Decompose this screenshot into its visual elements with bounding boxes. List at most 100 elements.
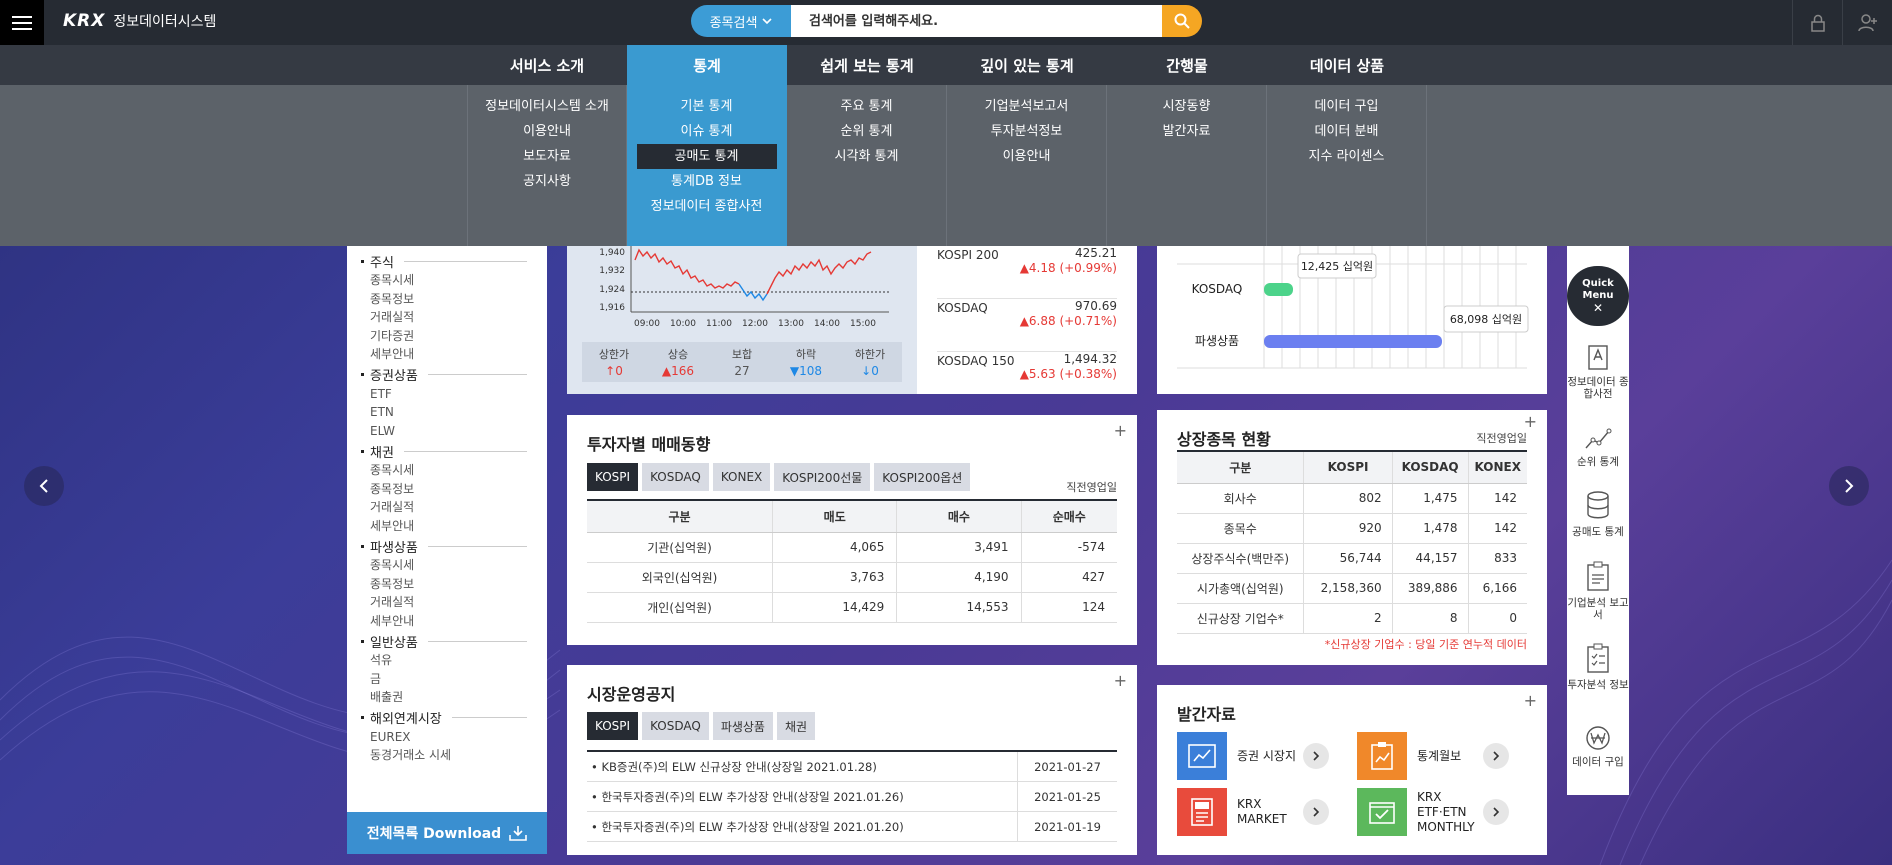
search-button[interactable] [1162, 5, 1202, 37]
add-user-button[interactable] [1842, 0, 1892, 45]
mega-link[interactable]: 지수 라이센스 [1297, 144, 1397, 169]
quick-menu-toggle[interactable]: Quick Menu ✕ [1567, 266, 1629, 326]
mega-link[interactable]: 기본 통계 [669, 94, 745, 119]
more-plus-icon[interactable]: + [1524, 412, 1537, 431]
mega-link[interactable]: 시각화 통계 [823, 144, 911, 169]
quick-investment-analysis[interactable]: 투자분석 정보 [1567, 643, 1629, 691]
gnb-deep-statistics[interactable]: 깊이 있는 통계 [947, 45, 1107, 85]
nav-group-label: 주식 [370, 255, 394, 271]
quick-company-report[interactable]: 기업분석 보고서 [1567, 561, 1629, 621]
mega-link[interactable]: 발간자료 [1151, 119, 1223, 144]
tab-kospi[interactable]: KOSPI [587, 712, 639, 740]
tab-kospi[interactable]: KOSPI [587, 463, 639, 491]
mega-link[interactable]: 기업분석보고서 [973, 94, 1081, 119]
nav-link[interactable]: 배출권 [361, 688, 547, 707]
search-type-select[interactable]: 종목검색 [691, 5, 791, 37]
chevron-right-icon[interactable] [1303, 799, 1329, 825]
mega-link[interactable]: 시장동향 [1151, 94, 1223, 119]
mega-link[interactable]: 데이터 분배 [1303, 119, 1391, 144]
gnb-data-products[interactable]: 데이터 상품 [1267, 45, 1427, 85]
index-row-kosdaq150[interactable]: KOSDAQ 150 1,494.32 ▲5.63 (+0.38%) [937, 352, 1117, 405]
nav-link[interactable]: 거래실적 [361, 593, 547, 612]
nav-link[interactable]: EUREX [361, 728, 547, 747]
mega-link[interactable]: 투자분석정보 [979, 119, 1075, 144]
mega-link[interactable]: 데이터 구입 [1303, 94, 1391, 119]
nav-link[interactable]: 종목정보 [361, 480, 547, 499]
pub-item-etf-etn[interactable]: KRX ETF·ETN MONTHLY [1357, 788, 1509, 836]
mega-link[interactable]: 통계DB 정보 [659, 169, 754, 194]
quick-dictionary[interactable]: 정보데이터 종합사전 [1567, 342, 1629, 400]
mega-link[interactable]: 공지사항 [511, 169, 583, 194]
mega-link[interactable]: 이용안내 [991, 144, 1063, 169]
notice-row[interactable]: 한국투자증권(주)의 ELW 추가상장 안내(상장일 2021.01.26) 2… [587, 781, 1117, 812]
mega-link[interactable]: 주요 통계 [829, 94, 905, 119]
more-plus-icon[interactable]: + [1114, 421, 1127, 440]
more-plus-icon[interactable]: + [1114, 671, 1127, 690]
nav-link[interactable]: 세부안내 [361, 612, 547, 631]
nav-link[interactable]: ETN [361, 403, 547, 422]
table-row: 상장주식수(백만주) 56,744 44,157 833 [1177, 543, 1527, 574]
nav-group-head[interactable]: 증권상품 [361, 365, 547, 385]
nav-link[interactable]: 종목시세 [361, 556, 547, 575]
pub-item-securities[interactable]: 증권 시장지 [1177, 732, 1329, 780]
lock-button[interactable] [1792, 0, 1842, 45]
download-all-button[interactable]: 전체목록 Download [347, 812, 547, 854]
logo[interactable]: KRX 정보데이터시스템 [63, 11, 216, 31]
notice-row[interactable]: 한국투자증권(주)의 ELW 추가상장 안내(상장일 2021.01.20) 2… [587, 811, 1117, 842]
index-row-kospi200[interactable]: KOSPI 200 425.21 ▲4.18 (+0.99%) [937, 246, 1117, 299]
tab-kosdaq[interactable]: KOSDAQ [642, 712, 709, 740]
gnb-statistics[interactable]: 통계 [627, 45, 787, 85]
tab-derivatives[interactable]: 파생상품 [712, 712, 773, 740]
nav-link[interactable]: 동경거래소 시세 [361, 746, 547, 765]
mega-link[interactable]: 정보데이터시스템 소개 [473, 94, 621, 119]
index-row-kosdaq[interactable]: KOSDAQ 970.69 ▲6.88 (+0.71%) [937, 299, 1117, 352]
tab-konex[interactable]: KONEX [712, 463, 771, 491]
tab-kospi200-options[interactable]: KOSPI200옵션 [874, 463, 971, 491]
more-plus-icon[interactable]: + [1524, 691, 1537, 710]
mega-link-selected[interactable]: 공매도 통계 [636, 144, 777, 169]
gnb-service-intro[interactable]: 서비스 소개 [467, 45, 627, 85]
tab-kospi200-futures[interactable]: KOSPI200선물 [774, 463, 871, 491]
pub-item-krx-market[interactable]: KRX MARKET [1177, 788, 1329, 836]
market-cap-label-derivatives: 파생상품 [1195, 334, 1239, 348]
nav-link[interactable]: 금 [361, 670, 547, 689]
tab-bonds[interactable]: 채권 [776, 712, 816, 740]
pub-item-monthly[interactable]: 통계월보 [1357, 732, 1509, 780]
nav-link[interactable]: 석유 [361, 651, 547, 670]
chevron-right-icon[interactable] [1483, 743, 1509, 769]
nav-link[interactable]: 종목정보 [361, 290, 547, 309]
mega-link[interactable]: 이슈 통계 [669, 119, 745, 144]
gnb-publications[interactable]: 간행물 [1107, 45, 1267, 85]
search-input[interactable] [791, 5, 1162, 37]
nav-group-head[interactable]: 파생상품 [361, 536, 547, 556]
nav-link[interactable]: 종목정보 [361, 575, 547, 594]
gnb-easy-statistics[interactable]: 쉽게 보는 통계 [787, 45, 947, 85]
mega-link[interactable]: 보도자료 [511, 144, 583, 169]
nav-link[interactable]: 세부안내 [361, 345, 547, 364]
nav-group-head[interactable]: 주식 [361, 251, 547, 271]
nav-group-head[interactable]: 해외연계시장 [361, 708, 547, 728]
chevron-right-icon[interactable] [1483, 799, 1509, 825]
nav-link[interactable]: 종목시세 [361, 271, 547, 290]
nav-link[interactable]: ETF [361, 385, 547, 404]
nav-link[interactable]: ELW [361, 422, 547, 441]
quick-ranking[interactable]: 순위 통계 [1567, 426, 1629, 468]
mega-link[interactable]: 순위 통계 [829, 119, 905, 144]
nav-link[interactable]: 종목시세 [361, 461, 547, 480]
nav-group-head[interactable]: 일반상품 [361, 631, 547, 651]
mega-link[interactable]: 이용안내 [511, 119, 583, 144]
mega-link[interactable]: 정보데이터 종합사전 [639, 194, 775, 219]
nav-link[interactable]: 기타증권 [361, 327, 547, 346]
chevron-right-icon[interactable] [1303, 743, 1329, 769]
hamburger-menu-button[interactable] [0, 0, 44, 45]
nav-link[interactable]: 거래실적 [361, 308, 547, 327]
notice-row[interactable]: KB증권(주)의 ELW 신규상장 안내(상장일 2021.01.28) 202… [587, 751, 1117, 782]
nav-link[interactable]: 거래실적 [361, 498, 547, 517]
quick-data-purchase[interactable]: 데이터 구입 [1567, 724, 1629, 768]
next-slide-button[interactable] [1829, 466, 1869, 506]
nav-group-head[interactable]: 채권 [361, 441, 547, 461]
tab-kosdaq[interactable]: KOSDAQ [642, 463, 709, 491]
prev-slide-button[interactable] [24, 466, 64, 506]
quick-short-selling[interactable]: 공매도 통계 [1567, 490, 1629, 538]
nav-link[interactable]: 세부안내 [361, 517, 547, 536]
